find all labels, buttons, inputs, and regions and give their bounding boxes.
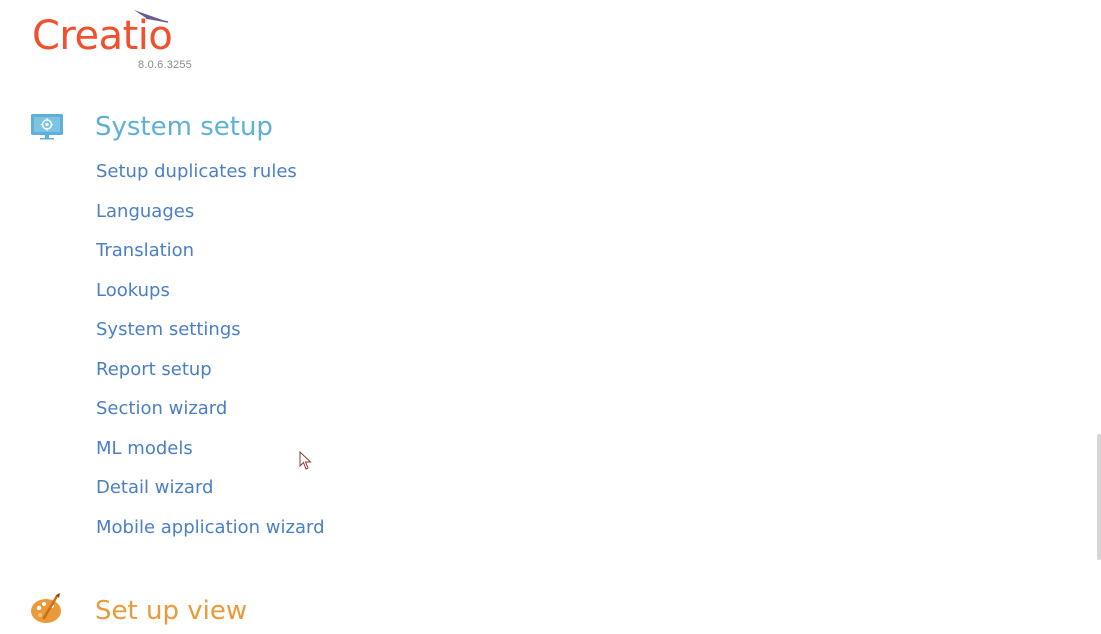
- section-title-set-up-view: Set up view: [95, 596, 248, 626]
- list-item: System settings: [96, 316, 325, 356]
- list-item: Translation: [96, 237, 325, 277]
- link-lookups[interactable]: Lookups: [96, 280, 170, 301]
- logo-wordmark: Creatio: [32, 13, 173, 59]
- list-item: Lookups: [96, 277, 325, 317]
- list-item: Languages: [96, 198, 325, 238]
- link-detail-wizard[interactable]: Detail wizard: [96, 477, 213, 498]
- section-header-system-setup: [30, 112, 64, 146]
- monitor-gear-icon: [30, 112, 64, 146]
- list-item: Report setup: [96, 356, 325, 396]
- vertical-scrollbar[interactable]: [1097, 434, 1101, 560]
- link-ml-models[interactable]: ML models: [96, 438, 193, 459]
- link-translation[interactable]: Translation: [96, 240, 194, 261]
- palette-brush-icon: [30, 592, 64, 626]
- link-setup-duplicates-rules[interactable]: Setup duplicates rules: [96, 161, 297, 182]
- link-report-setup[interactable]: Report setup: [96, 359, 212, 380]
- link-mobile-application-wizard[interactable]: Mobile application wizard: [96, 517, 325, 538]
- creatio-logo: Creatio 8.0.6.3255: [32, 8, 202, 74]
- section-title-system-setup: System setup: [95, 112, 273, 142]
- link-languages[interactable]: Languages: [96, 201, 194, 222]
- list-item: Mobile application wizard: [96, 514, 325, 554]
- link-system-settings[interactable]: System settings: [96, 319, 241, 340]
- version-label: 8.0.6.3255: [138, 59, 192, 71]
- mouse-pointer-icon: [299, 451, 312, 470]
- section-header-set-up-view: [30, 592, 64, 626]
- list-item: Detail wizard: [96, 474, 325, 514]
- list-item: ML models: [96, 435, 325, 475]
- system-setup-links: Setup duplicates rules Languages Transla…: [96, 158, 325, 553]
- link-section-wizard[interactable]: Section wizard: [96, 398, 227, 419]
- list-item: Section wizard: [96, 395, 325, 435]
- list-item: Setup duplicates rules: [96, 158, 325, 198]
- system-designer-page: Creatio 8.0.6.3255 System setup Setup du…: [0, 0, 1101, 634]
